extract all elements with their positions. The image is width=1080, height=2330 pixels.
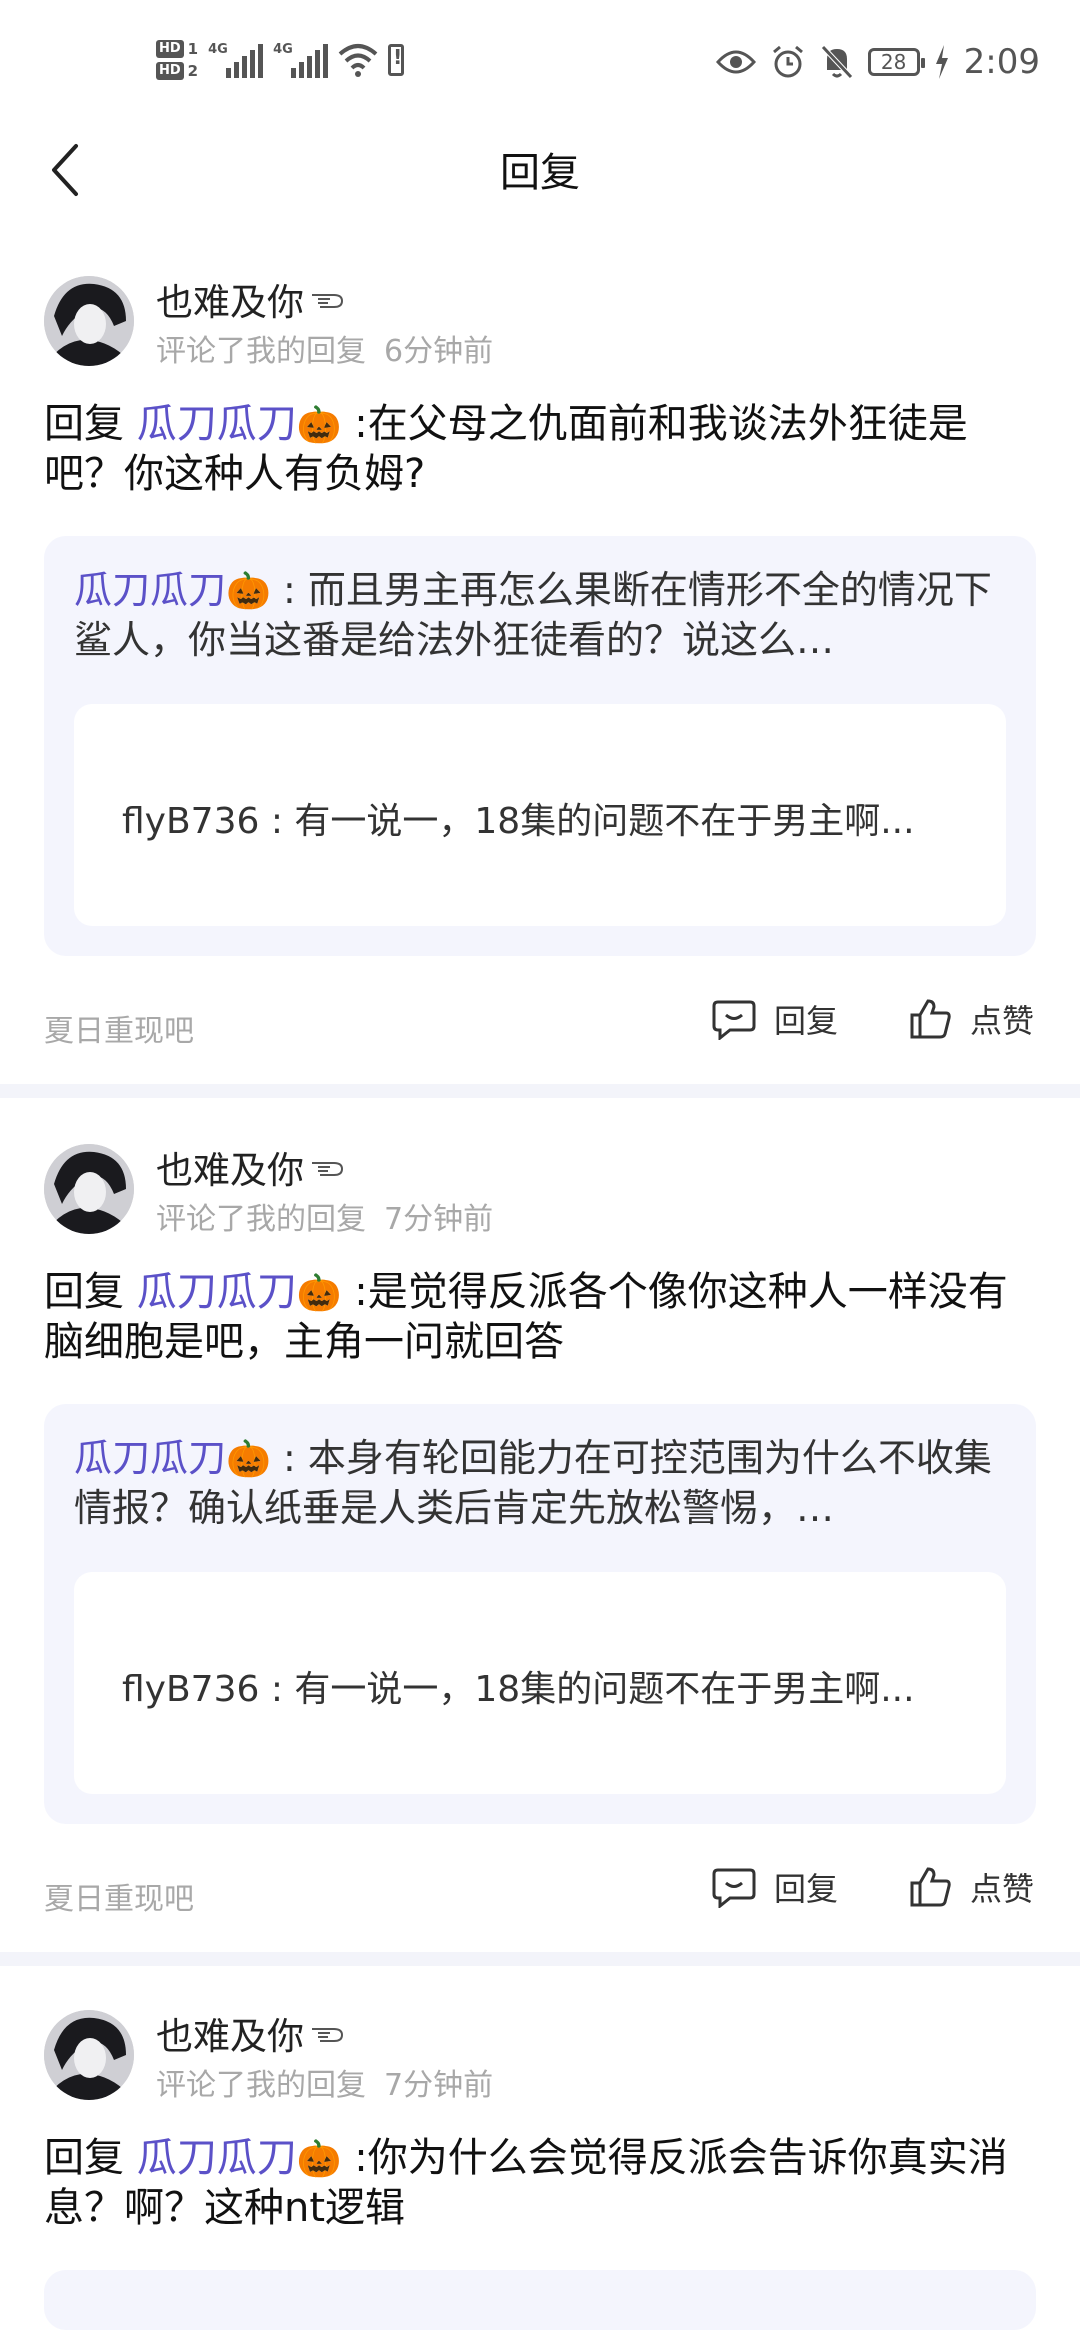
username-text: 也难及你 xyxy=(156,2015,304,2058)
pumpkin-emoji: 🎃 xyxy=(296,1273,342,1314)
mention-link[interactable]: 瓜刀瓜刀🎃 xyxy=(137,401,342,447)
original-comment[interactable]: flyB736 : 有一说一，18集的问题不在于男主啊... xyxy=(74,704,1006,926)
divider xyxy=(0,1952,1080,1966)
reply-button[interactable]: 回复 xyxy=(712,996,838,1042)
clock: 2:09 xyxy=(963,42,1040,82)
level-badge-icon xyxy=(312,294,344,308)
signal-icon: 4G xyxy=(273,42,329,78)
page-title: 回复 xyxy=(500,150,580,196)
like-button[interactable]: 点赞 xyxy=(908,996,1034,1042)
network-type: 4G xyxy=(208,42,228,57)
username[interactable]: 也难及你 xyxy=(156,2006,346,2060)
quoted-comment[interactable]: 瓜刀瓜刀🎃 : 本身有轮回能力在可控范围为什么不收集情报？确认纸垂是人类后肯定先… xyxy=(44,1404,1036,1824)
pumpkin-emoji: 🎃 xyxy=(296,2139,342,2180)
original-comment[interactable]: flyB736 : 有一说一，18集的问题不在于男主啊... xyxy=(74,1572,1006,1794)
reply-prefix: 回复 xyxy=(44,401,124,447)
reply-content[interactable]: 回复 瓜刀瓜刀🎃 :在父母之仇面前和我谈法外狂徒是吧？你这种人有负姆? xyxy=(44,400,1036,498)
timestamp: 7分钟前 xyxy=(384,1202,494,1237)
network-type: 4G xyxy=(273,42,293,57)
card-footer: 夏日重现吧 回复 点赞 xyxy=(44,996,1036,1056)
mention-link[interactable]: 瓜刀瓜刀🎃 xyxy=(137,2135,342,2181)
reply-label: 回复 xyxy=(774,1870,839,1908)
meta-line: 评论了我的回复 7分钟前 xyxy=(156,1194,493,1238)
original-comment-text: flyB736 : 有一说一，18集的问题不在于男主啊... xyxy=(122,801,915,842)
username[interactable]: 也难及你 xyxy=(156,1140,346,1194)
username[interactable]: 也难及你 xyxy=(156,272,346,326)
sim1-indicator: HD 1 xyxy=(156,40,198,58)
level-badge-icon xyxy=(312,1162,344,1176)
comment-icon xyxy=(712,1000,756,1040)
status-right: 28 2:09 xyxy=(715,34,1040,90)
avatar[interactable] xyxy=(44,1144,134,1234)
reply-prefix: 回复 xyxy=(44,1269,124,1315)
sim-number: 2 xyxy=(187,62,199,80)
wifi-icon xyxy=(338,44,378,77)
avatar[interactable] xyxy=(44,2010,134,2100)
thumbs-up-icon xyxy=(910,999,951,1039)
avatar[interactable] xyxy=(44,276,134,366)
quote-user[interactable]: 瓜刀瓜刀 xyxy=(74,1436,226,1480)
alarm-icon xyxy=(772,45,803,78)
eye-icon xyxy=(715,50,756,74)
original-comment-text: flyB736 : 有一说一，18集的问题不在于男主啊... xyxy=(122,1669,915,1710)
reply-button[interactable]: 回复 xyxy=(712,1864,838,1910)
mention-link[interactable]: 瓜刀瓜刀🎃 xyxy=(137,1269,342,1315)
sim-indicators: HD 1 HD 2 xyxy=(156,40,198,80)
work-title[interactable]: 夏日重现吧 xyxy=(44,1874,194,1918)
reply-label: 回复 xyxy=(774,1002,839,1040)
pumpkin-emoji: 🎃 xyxy=(226,1439,271,1480)
signal-icon: 4G xyxy=(208,42,264,78)
sim2-indicator: HD 2 xyxy=(156,62,198,80)
mute-icon xyxy=(820,45,853,79)
sim-number: 1 xyxy=(187,40,199,58)
reply-content[interactable]: 回复 瓜刀瓜刀🎃 :是觉得反派各个像你这种人一样没有脑细胞是吧，主角一问就回答 xyxy=(44,1268,1036,1366)
quoted-text-block: 瓜刀瓜刀🎃 : 本身有轮回能力在可控范围为什么不收集情报？确认纸垂是人类后肯定先… xyxy=(74,1434,1000,1530)
status-left: HD 1 HD 2 4G 4G xyxy=(156,30,405,90)
hd-badge: HD xyxy=(156,62,184,80)
quoted-comment[interactable] xyxy=(44,2270,1036,2330)
mention-name: 瓜刀瓜刀 xyxy=(136,401,297,447)
meta-line: 评论了我的回复 6分钟前 xyxy=(156,326,493,370)
username-text: 也难及你 xyxy=(156,281,304,324)
timestamp: 7分钟前 xyxy=(384,2068,494,2103)
battery-icon: 28 xyxy=(867,48,925,76)
thumbs-up-icon xyxy=(910,1867,951,1907)
action-text: 评论了我的回复 xyxy=(156,334,366,369)
reply-prefix: 回复 xyxy=(44,2135,124,2181)
quoted-text-block: 瓜刀瓜刀🎃 : 而且男主再怎么果断在情形不全的情况下鲨人，你当这番是给法外狂徒看… xyxy=(74,566,1000,662)
level-badge-icon xyxy=(312,2028,344,2042)
work-title[interactable]: 夏日重现吧 xyxy=(44,1006,194,1050)
quoted-comment[interactable]: 瓜刀瓜刀🎃 : 而且男主再怎么果断在情形不全的情况下鲨人，你当这番是给法外狂徒看… xyxy=(44,536,1036,956)
username-text: 也难及你 xyxy=(156,1149,304,1192)
quote-user[interactable]: 瓜刀瓜刀 xyxy=(74,568,226,612)
timestamp: 6分钟前 xyxy=(384,334,494,369)
like-label: 点赞 xyxy=(970,1002,1035,1040)
header: 回复 xyxy=(0,120,1080,220)
meta-line: 评论了我的回复 7分钟前 xyxy=(156,2060,493,2104)
pumpkin-emoji: 🎃 xyxy=(296,405,342,446)
battery-alert-icon xyxy=(388,44,405,76)
pumpkin-emoji: 🎃 xyxy=(226,571,271,612)
action-text: 评论了我的回复 xyxy=(156,2068,366,2103)
reply-content[interactable]: 回复 瓜刀瓜刀🎃 :你为什么会觉得反派会告诉你真实消息？啊？这种nt逻辑 xyxy=(44,2134,1036,2232)
hd-badge: HD xyxy=(156,40,184,58)
card-footer: 夏日重现吧 回复 点赞 xyxy=(44,1864,1036,1924)
like-button[interactable]: 点赞 xyxy=(908,1864,1034,1910)
action-text: 评论了我的回复 xyxy=(156,1202,366,1237)
divider xyxy=(0,1084,1080,1098)
comment-icon xyxy=(712,1868,756,1908)
mention-name: 瓜刀瓜刀 xyxy=(136,1269,297,1315)
mention-name: 瓜刀瓜刀 xyxy=(136,2135,297,2181)
charging-icon xyxy=(935,45,948,79)
status-bar: HD 1 HD 2 4G 4G ! 28 2:09 xyxy=(0,0,1080,120)
like-label: 点赞 xyxy=(970,1870,1035,1908)
